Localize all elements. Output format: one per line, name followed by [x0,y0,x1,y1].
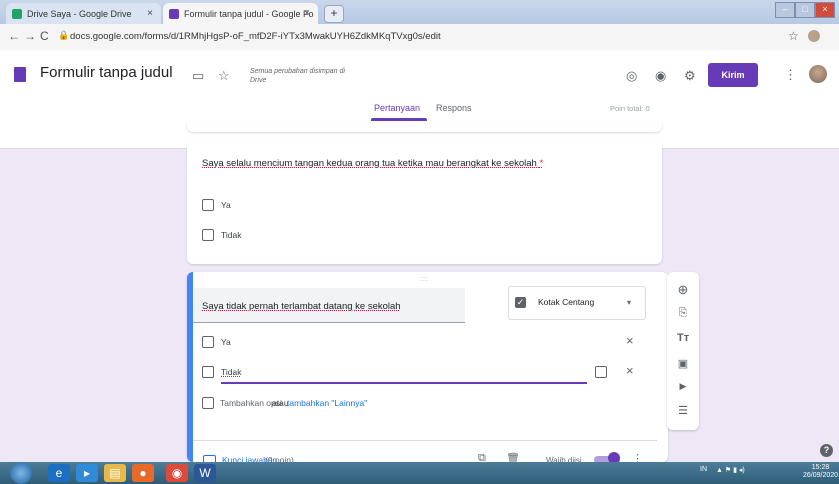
drag-handle[interactable]: ::: [420,276,429,283]
form-title[interactable]: Formulir tanpa judul [40,64,173,81]
media-icon[interactable]: ▸ [76,464,98,482]
help-icon[interactable]: ? [820,444,833,457]
points-total: Poin total: 0 [610,104,650,113]
checkbox[interactable] [202,229,214,241]
close-tab-icon[interactable]: × [304,8,310,19]
option-label: Tidak [221,230,242,240]
question-type-label: Kotak Centang [538,297,595,307]
taskbar-clock[interactable]: 15:28 26/09/2020 [803,464,838,480]
browser-tab-title: Drive Saya - Google Drive [27,8,132,19]
profile-avatar[interactable] [808,30,820,42]
back-button[interactable]: ← [8,29,20,43]
active-tab-indicator [371,118,427,121]
question-title[interactable]: Saya selalu mencium tangan kedua orang t… [202,158,543,169]
saved-message: Semua perubahan disimpan di Drive [250,68,345,84]
maximize-button[interactable]: □ [795,2,815,18]
url-bar[interactable]: docs.google.com/forms/d/1RMhjHgsP-oF_mfD… [70,27,790,47]
checkbox[interactable] [202,199,214,211]
checkbox [202,397,214,409]
forward-button[interactable]: → [24,29,36,43]
add-question-icon[interactable]: ⊕ [677,282,689,298]
folder-icon[interactable]: ▭ [192,68,204,84]
divider [193,440,657,441]
dropdown-arrow-icon: ▾ [627,298,632,307]
bookmark-star-icon[interactable]: ☆ [788,29,799,43]
required-marker: * [539,158,544,169]
question-text: Saya tidak pernah terlambat datang ke se… [202,301,401,312]
forms-doc-icon[interactable] [14,67,26,82]
preview-eye-icon[interactable]: ◉ [655,68,666,84]
more-options-icon[interactable]: ⋮ [784,67,797,83]
remove-option-icon[interactable]: × [626,333,634,348]
close-window-button[interactable]: × [815,2,835,18]
ie-icon[interactable]: e [48,464,70,482]
reload-button[interactable]: C [40,29,49,43]
chrome-icon[interactable]: ◉ [166,464,188,482]
checkbox[interactable] [202,336,214,348]
add-section-icon[interactable]: ☰ [677,404,689,417]
account-avatar[interactable] [809,65,827,83]
tray-language[interactable]: IN [700,466,707,473]
settings-gear-icon[interactable]: ⚙ [684,68,696,84]
option-input[interactable]: Tidak [221,367,241,377]
add-title-icon[interactable]: Tт [677,332,689,344]
minimize-button[interactable]: – [775,2,795,18]
import-questions-icon[interactable]: ⎘ [677,307,689,320]
firefox-icon[interactable]: ● [132,464,154,482]
checkbox[interactable] [202,366,214,378]
add-image-icon[interactable]: ▣ [677,357,689,370]
option-input-underline [221,382,587,384]
explorer-icon[interactable]: ▤ [104,464,126,482]
remove-option-icon[interactable]: × [626,363,634,378]
option-label[interactable]: Ya [221,337,231,347]
clock-time: 15:28 [811,464,830,471]
window-controls: – □ × [775,2,835,18]
lock-icon: 🔒 [58,30,70,40]
tab-questions[interactable]: Pertanyaan [374,103,420,113]
palette-icon[interactable]: ◎ [626,68,637,84]
checkbox-type-icon: ✓ [515,297,526,308]
previous-question-card[interactable] [187,122,662,132]
add-video-icon[interactable]: ▶ [677,381,689,392]
tray-icons[interactable]: ▲ ⚑ ▮ ◂) [716,466,745,474]
add-other-link[interactable]: tambahkan "Lainnya" [287,398,367,408]
add-image-icon[interactable] [595,366,607,378]
question-text: Saya selalu mencium tangan kedua orang t… [202,158,537,169]
option-label: Ya [221,200,231,210]
clock-date: 26/09/2020 [803,472,839,479]
drive-icon [12,8,22,19]
word-icon[interactable]: W [194,464,216,482]
star-icon[interactable]: ☆ [218,68,230,84]
browser-tab-title: Formulir tanpa judul - Google Fo [184,8,314,19]
close-tab-icon[interactable]: × [147,8,153,19]
browser-tab-forms[interactable]: Formulir tanpa judul - Google Fo × [163,3,318,24]
browser-tab-drive[interactable]: Drive Saya - Google Drive × [6,3,161,24]
new-tab-button[interactable]: + [324,5,344,23]
forms-icon [169,8,179,19]
send-button[interactable]: Kirim [708,63,758,87]
start-button[interactable] [10,462,32,484]
tab-responses[interactable]: Respons [436,103,472,113]
